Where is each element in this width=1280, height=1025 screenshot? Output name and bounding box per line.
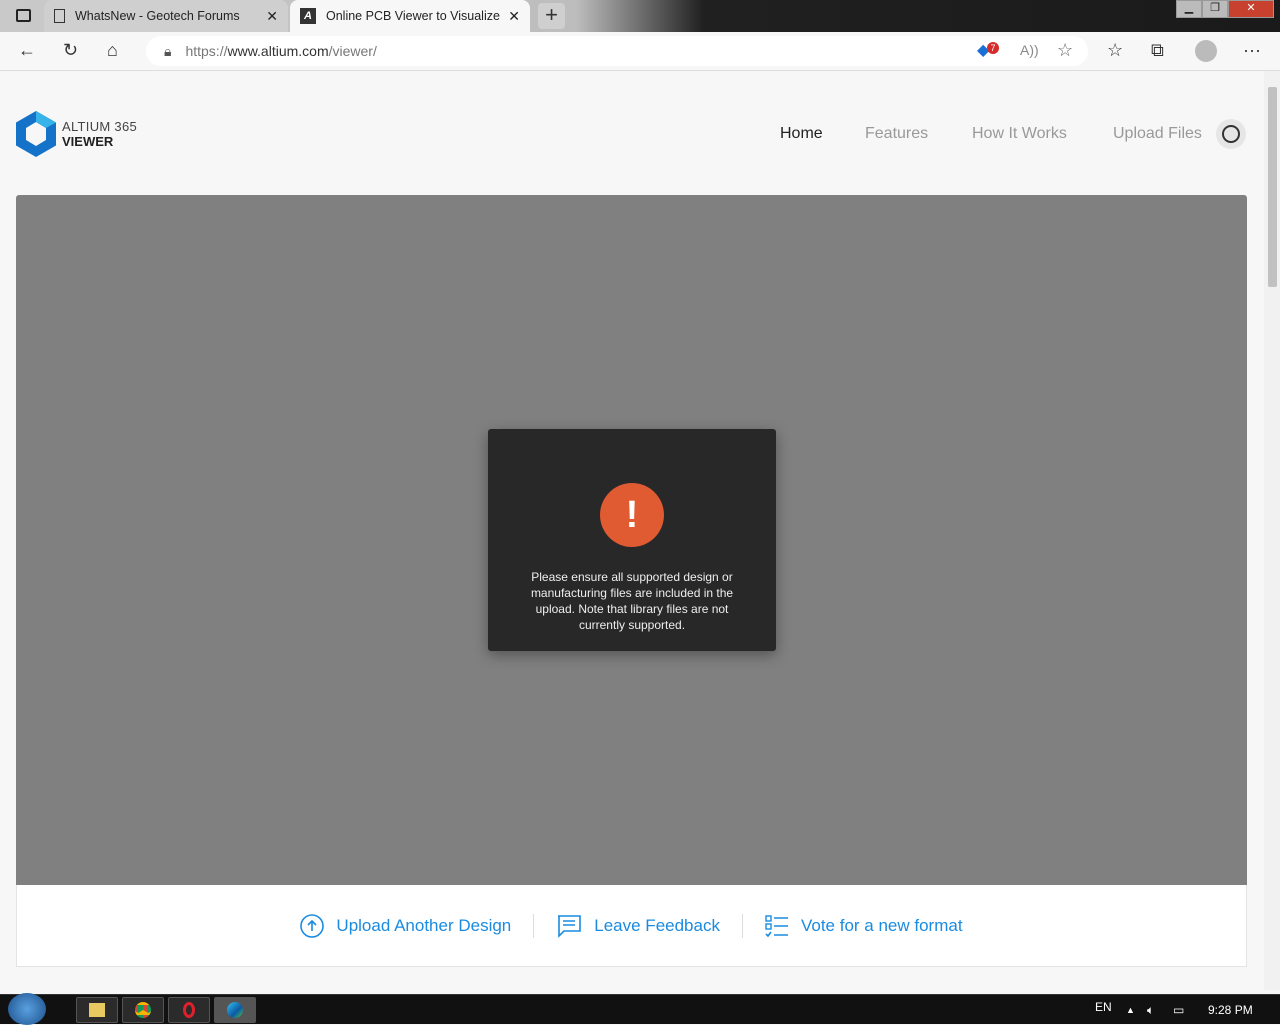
- nav-how-it-works[interactable]: How It Works: [972, 125, 1067, 143]
- address-bar: ← ↻ ⌂ 🔒︎ https://www.altium.com/viewer/ …: [0, 32, 1280, 71]
- leave-feedback-button[interactable]: Leave Feedback: [534, 914, 742, 938]
- clock[interactable]: 9:28 PM: [1208, 1003, 1253, 1017]
- chrome-icon[interactable]: [122, 997, 164, 1023]
- url-input[interactable]: 🔒︎ https://www.altium.com/viewer/: [146, 36, 1088, 66]
- collections-icon[interactable]: ⧉: [1151, 40, 1164, 61]
- logo-line2: VIEWER: [62, 134, 114, 149]
- network-icon[interactable]: ▭: [1173, 1003, 1184, 1017]
- profile-avatar[interactable]: [1195, 40, 1217, 62]
- close-tab-icon[interactable]: ✕: [266, 8, 278, 25]
- file-explorer-icon[interactable]: [76, 997, 118, 1023]
- tab-bar: WhatsNew - Geotech Forums ✕ A Online PCB…: [0, 0, 1280, 32]
- page-content: ALTIUM 365 VIEWER Home Features How It W…: [0, 71, 1264, 990]
- error-dialog: ! Please ensure all supported design or …: [488, 429, 776, 651]
- vote-label: Vote for a new format: [800, 915, 963, 935]
- show-hidden-icons[interactable]: ▲: [1126, 1005, 1135, 1015]
- scrollbar-thumb[interactable]: [1268, 87, 1277, 287]
- minimize-button[interactable]: ▁: [1176, 0, 1202, 18]
- nav-home[interactable]: Home: [780, 125, 823, 143]
- tab-altium[interactable]: A Online PCB Viewer to Visualize ✕: [290, 0, 530, 32]
- new-tab-button[interactable]: +: [538, 3, 565, 29]
- nav-upload-files[interactable]: Upload Files: [1113, 125, 1202, 143]
- checklist-icon: [765, 914, 788, 937]
- feedback-label: Leave Feedback: [594, 915, 720, 935]
- volume-icon[interactable]: 🔈︎: [1147, 1003, 1154, 1018]
- language-indicator[interactable]: EN: [1095, 1000, 1112, 1014]
- tab-title: WhatsNew - Geotech Forums: [75, 9, 240, 23]
- refresh-icon[interactable]: ↻: [63, 40, 78, 61]
- close-tab-icon[interactable]: ✕: [508, 8, 520, 25]
- favorites-icon[interactable]: ☆: [1107, 40, 1123, 61]
- error-message: Please ensure all supported design or ma…: [530, 570, 734, 632]
- logo-line1: ALTIUM 365: [62, 119, 138, 134]
- url-path: /viewer/: [328, 43, 377, 59]
- tab-title: Online PCB Viewer to Visualize: [326, 9, 500, 23]
- alert-icon: !: [600, 483, 664, 547]
- opera-icon[interactable]: [168, 997, 210, 1023]
- url-domain: www.altium.com: [227, 43, 329, 59]
- action-bar: Upload Another Design Leave Feedback Vot…: [16, 885, 1247, 967]
- back-icon[interactable]: ←: [18, 40, 36, 61]
- lock-icon: 🔒︎: [164, 42, 172, 59]
- altium-favicon-icon: A: [300, 8, 316, 24]
- taskbar: EN ▲ 🔈︎ ▭ 9:28 PM: [0, 993, 1280, 1025]
- restore-button[interactable]: ❐: [1202, 0, 1228, 18]
- shopping-badge: 7: [987, 42, 999, 54]
- home-icon[interactable]: ⌂: [107, 40, 118, 61]
- account-icon[interactable]: [1216, 119, 1246, 149]
- start-button[interactable]: [8, 993, 46, 1025]
- tab-actions-icon[interactable]: [16, 9, 31, 22]
- vote-format-button[interactable]: Vote for a new format: [743, 914, 985, 938]
- pcb-viewer-area: ! Please ensure all supported design or …: [16, 195, 1247, 885]
- page-icon: [54, 9, 65, 23]
- url-prefix: https://: [185, 43, 228, 59]
- edge-icon[interactable]: [214, 997, 256, 1023]
- more-icon[interactable]: ···: [1243, 40, 1261, 61]
- add-favorite-icon[interactable]: ☆: [1057, 40, 1073, 61]
- upload-label: Upload Another Design: [336, 915, 512, 935]
- altium-logo-icon: [16, 111, 56, 157]
- close-window-button[interactable]: ✕: [1228, 0, 1274, 18]
- altium-logo[interactable]: ALTIUM 365 VIEWER: [16, 111, 137, 157]
- chat-icon: [558, 914, 582, 938]
- read-aloud-icon[interactable]: A)): [1020, 42, 1039, 58]
- page-scrollbar[interactable]: [1264, 71, 1280, 990]
- window-controls: ▁ ❐ ✕: [1176, 0, 1274, 18]
- upload-arrow-icon: [300, 913, 325, 938]
- tab-geotech[interactable]: WhatsNew - Geotech Forums ✕: [44, 0, 288, 32]
- nav-features[interactable]: Features: [865, 125, 928, 143]
- upload-another-design-button[interactable]: Upload Another Design: [278, 913, 533, 938]
